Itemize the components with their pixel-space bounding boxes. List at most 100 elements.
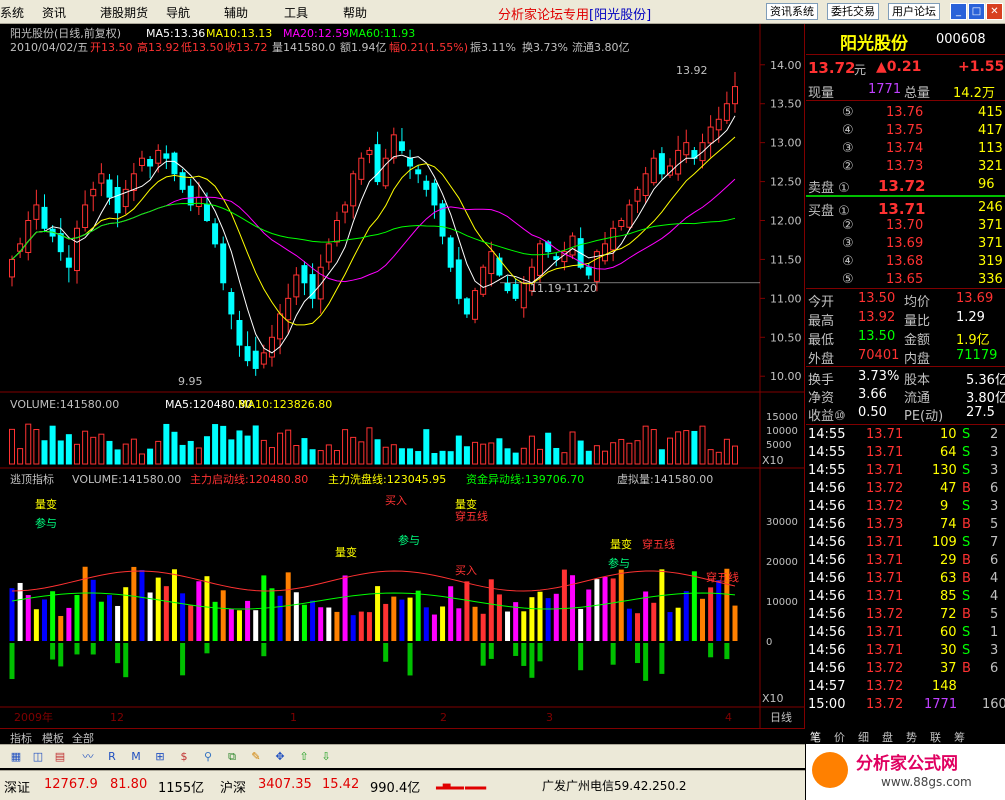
menu-tools[interactable]: 工具 <box>284 4 308 21</box>
close-icon[interactable]: ✕ <box>986 3 1003 20</box>
arrow-down-icon[interactable]: ⇩ <box>318 749 334 765</box>
tick-volume: 47 <box>940 481 957 496</box>
candle-body <box>65 257 72 268</box>
tab-trend[interactable]: 势 <box>906 729 917 745</box>
menu-info[interactable]: 资讯 <box>42 4 66 21</box>
tick-row: 14:56 13.72 72 B 5 <box>806 606 1005 624</box>
signal-yuxian-3: 穿五线 <box>706 570 739 584</box>
buy-row: 买盘 ① 13.71 246 <box>806 199 1005 219</box>
range-annotation: 11.19-11.20 <box>530 282 597 295</box>
menu-help[interactable]: 帮助 <box>343 4 367 21</box>
indicator-bar <box>277 595 283 641</box>
indicator-neg-bar <box>708 643 714 658</box>
indicator-bar <box>350 615 356 641</box>
menu-system[interactable]: 系统 <box>0 4 24 21</box>
indicator-neg-bar <box>123 643 129 678</box>
kline-icon[interactable]: ◫ <box>30 749 46 765</box>
rsi-icon[interactable]: R <box>104 749 120 765</box>
ma20-label: MA20:12.59 <box>283 27 349 40</box>
indicator-bar <box>716 580 722 641</box>
fund-row: 收益⑩ 0.50 PE(动) 27.5 <box>806 404 1005 424</box>
tick-price: 13.71 <box>866 445 904 460</box>
tab-icon[interactable]: ▤ <box>52 749 68 765</box>
tick-time: 14:56 <box>808 517 846 532</box>
tab-chips[interactable]: 筹 <box>954 729 965 745</box>
indicator-bar <box>17 582 23 641</box>
screen-icon[interactable]: ⧉ <box>224 749 240 765</box>
menu-navigate[interactable]: 导航 <box>166 4 190 21</box>
price-tick-label: 10.00 <box>770 370 802 383</box>
tick-volume: 1771 <box>924 697 958 712</box>
menu-assist[interactable]: 辅助 <box>224 4 248 21</box>
volume-bar <box>488 442 495 465</box>
candle-body <box>163 153 170 159</box>
dollar-icon[interactable]: $ <box>176 749 192 765</box>
volume-bar <box>561 452 568 465</box>
ma-icon[interactable]: M <box>128 749 144 765</box>
candle-body <box>203 203 210 221</box>
tab-price[interactable]: 价 <box>834 729 845 745</box>
minimize-icon[interactable]: _ <box>950 3 967 20</box>
volume-bar <box>504 448 511 465</box>
current-volume: 1771 <box>868 82 902 97</box>
kline-chart[interactable]: 14.00 13.50 13.00 12.50 12.00 11.50 11.00 10.50… <box>0 24 805 728</box>
indicator-bar <box>545 598 551 641</box>
tick-side: B <box>962 553 971 568</box>
candle-body <box>618 220 625 227</box>
menu-hk-futures[interactable]: 港股期货 <box>100 4 148 21</box>
indicator-bar <box>293 592 299 641</box>
link-icon[interactable]: ⚲ <box>200 749 216 765</box>
stat-label: 金额 <box>904 333 931 348</box>
chart-area[interactable]: 14.00 13.50 13.00 12.50 12.00 11.50 11.00 10.50… <box>0 24 805 728</box>
tab-detail[interactable]: 细 <box>858 729 869 745</box>
volume-bar <box>593 445 600 465</box>
volume-bar <box>49 425 56 465</box>
tick-time: 14:56 <box>808 571 846 586</box>
maximize-icon[interactable]: □ <box>968 3 985 20</box>
indicator-bar <box>602 576 608 641</box>
candle-body <box>106 179 113 198</box>
move-icon[interactable]: ✥ <box>272 749 288 765</box>
tab-board[interactable]: 盘 <box>882 729 893 745</box>
indicator-bar <box>66 607 72 641</box>
candle-body <box>658 153 665 175</box>
line-icon[interactable]: 〰 <box>80 749 96 765</box>
volume-bar <box>723 438 730 465</box>
trade-button[interactable]: 委托交易 <box>827 3 879 20</box>
indicator-bar <box>464 581 470 641</box>
candle-body <box>447 237 454 268</box>
indicator-neg-bar <box>50 643 56 660</box>
activity-meter: ▂▄▂▂ ▂▂▂ <box>436 779 486 790</box>
tick-time: 14:56 <box>808 643 846 658</box>
volume-bar <box>350 436 357 465</box>
candle-body <box>293 274 300 298</box>
volume-bar <box>122 443 129 465</box>
vol-tick-label: 5000 <box>766 440 791 451</box>
candle-body <box>25 220 32 253</box>
tick-price: 13.72 <box>866 697 904 712</box>
sell-level: ⑤ <box>842 105 854 120</box>
indicator-neg-bar <box>407 643 413 676</box>
candle-body <box>260 352 267 365</box>
candle-body <box>431 182 438 206</box>
indicator-bar <box>220 590 226 641</box>
tab-linked[interactable]: 联 <box>930 729 941 745</box>
indicator-line3: 资金异动线:139706.70 <box>466 472 584 486</box>
chart-type-icon[interactable]: ▦ <box>8 749 24 765</box>
indicator-bar <box>98 601 104 641</box>
volume-bar <box>260 439 267 465</box>
indicator-tabs: 指标 模板 全部 <box>0 728 805 745</box>
stat-label: 内盘 <box>904 352 931 367</box>
indicator-bar <box>423 607 429 641</box>
volume-bar <box>342 429 349 465</box>
compare-icon[interactable]: ⊞ <box>152 749 168 765</box>
tab-trades[interactable]: 笔 <box>810 729 821 745</box>
info-system-button[interactable]: 资讯系统 <box>766 3 818 20</box>
pencil-icon[interactable]: ✎ <box>248 749 264 765</box>
stock-code: 000608 <box>936 32 986 47</box>
indicator-bar <box>285 572 291 641</box>
buy-row: ② 13.70 371 <box>806 217 1005 235</box>
arrow-up-icon[interactable]: ⇧ <box>296 749 312 765</box>
sell-price: 13.75 <box>886 123 924 138</box>
forum-button[interactable]: 用户论坛 <box>888 3 940 20</box>
